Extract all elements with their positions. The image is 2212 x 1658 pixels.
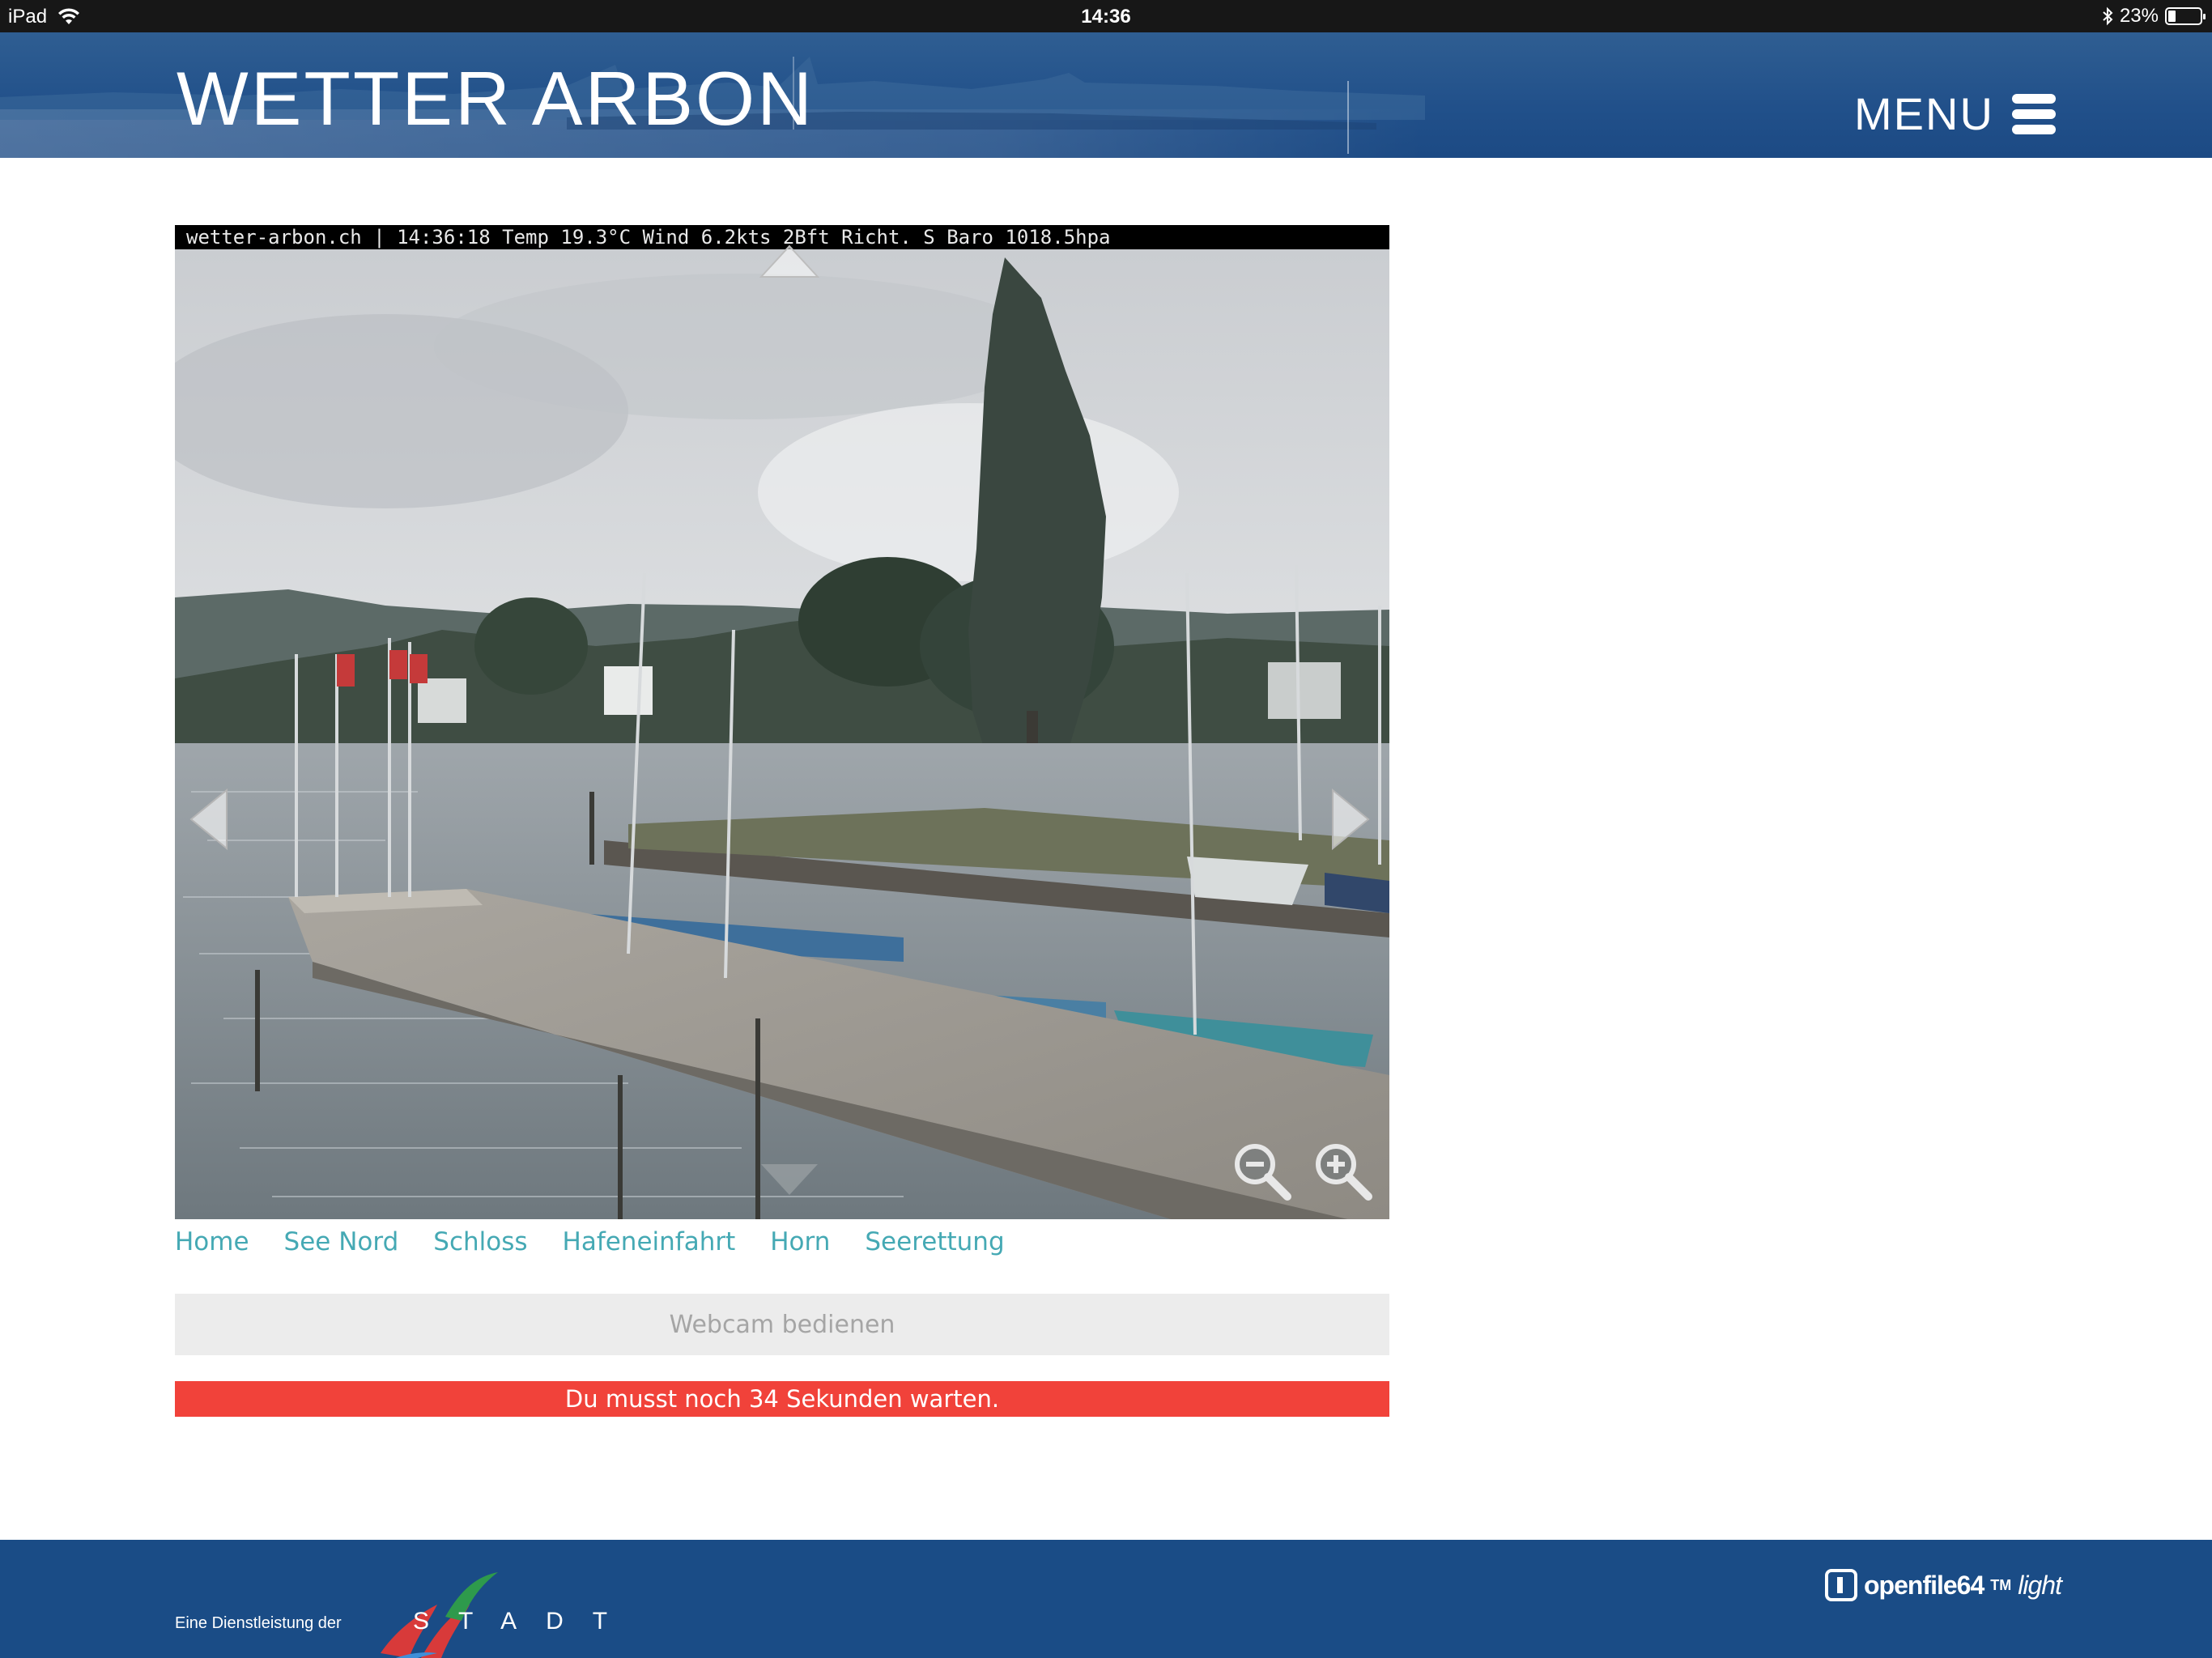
cam-link-home[interactable]: Home	[175, 1227, 249, 1256]
pan-right-arrow[interactable]	[1331, 789, 1370, 850]
cam-link-see-nord[interactable]: See Nord	[284, 1227, 399, 1256]
openfile-icon	[1825, 1569, 1857, 1601]
site-footer: Eine Dienstleistung der STADT openfile64…	[0, 1540, 2212, 1658]
pan-up-arrow[interactable]	[759, 244, 819, 278]
webcam-image	[175, 225, 1389, 1219]
menu-label: MENU	[1854, 88, 1994, 139]
site-header: WETTER ARBON MENU	[0, 32, 2212, 158]
battery-percent: 23%	[2119, 5, 2159, 27]
cam-link-horn[interactable]: Horn	[770, 1227, 830, 1256]
openfile-name: openfile64	[1864, 1570, 1984, 1600]
menu-button[interactable]: MENU	[1854, 87, 2056, 140]
footer-credit: Eine Dienstleistung der	[175, 1614, 342, 1632]
webcam-view[interactable]: wetter-arbon.ch | 14:36:18 Temp 19.3°C W…	[175, 225, 1389, 1219]
page: iPad 14:36 23% WETTER ARBON MENU wetter-…	[0, 0, 2212, 1658]
cam-link-schloss[interactable]: Schloss	[433, 1227, 527, 1256]
webcam-control-button[interactable]: Webcam bedienen	[175, 1294, 1389, 1355]
site-title[interactable]: WETTER ARBON	[177, 55, 815, 142]
camera-links: Home See Nord Schloss Hafeneinfahrt Horn…	[175, 1227, 1005, 1256]
zoom-out-icon[interactable]	[1231, 1140, 1292, 1201]
pan-down-arrow[interactable]	[759, 1163, 819, 1197]
openfile-logo[interactable]: openfile64 TM light	[1825, 1569, 2062, 1601]
stadt-logo[interactable]	[348, 1556, 640, 1658]
status-bar-right: 23%	[2102, 5, 2206, 28]
openfile-trademark: TM	[1990, 1576, 2012, 1593]
stadt-wordmark: STADT	[413, 1608, 637, 1635]
pan-left-arrow[interactable]	[189, 789, 228, 850]
battery-icon	[2165, 7, 2206, 25]
status-time: 14:36	[1081, 6, 1131, 28]
cam-link-hafeneinfahrt[interactable]: Hafeneinfahrt	[563, 1227, 736, 1256]
wait-notice: Du musst noch 34 Sekunden warten.	[175, 1381, 1389, 1417]
status-bar: iPad 14:36 23%	[0, 0, 2212, 32]
bluetooth-icon	[2103, 6, 2113, 26]
openfile-light: light	[2018, 1570, 2062, 1600]
zoom-in-icon[interactable]	[1312, 1140, 1373, 1201]
cam-link-seerettung[interactable]: Seerettung	[865, 1227, 1004, 1256]
hamburger-icon	[2011, 93, 2056, 134]
